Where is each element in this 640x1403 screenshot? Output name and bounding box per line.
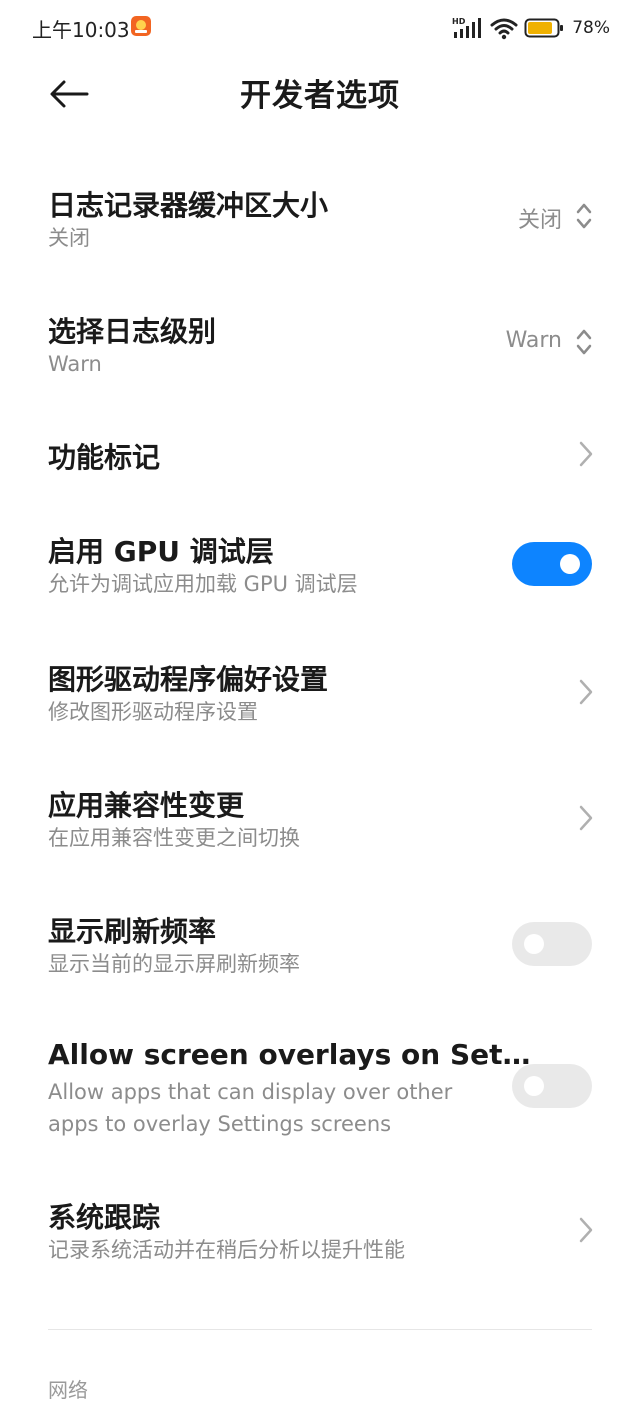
row-title: 功能标记 [48, 441, 161, 474]
updown-icon [576, 203, 592, 229]
chevron-right-icon [579, 441, 593, 467]
setting-gpu-debug-layers[interactable]: 启用 GPU 调试层 允许为调试应用加载 GPU 调试层 [0, 518, 640, 618]
chevron-right-icon [579, 805, 593, 831]
row-value: 关闭 [517, 208, 562, 233]
setting-show-refresh-rate[interactable]: 显示刷新频率 显示当前的显示屏刷新频率 [0, 898, 640, 998]
chevron-right-icon [579, 679, 593, 705]
setting-log-level[interactable]: 选择日志级别 Warn Warn [0, 296, 640, 396]
setting-system-tracing[interactable]: 系统跟踪 记录系统活动并在稍后分析以提升性能 [0, 1184, 640, 1284]
toggle-knob [560, 554, 580, 574]
wifi-icon [490, 18, 518, 40]
row-subtitle-line1: Allow apps that can display over other [48, 1080, 453, 1104]
row-subtitle: 显示当前的显示屏刷新频率 [48, 952, 300, 976]
refresh-rate-toggle[interactable] [512, 922, 592, 966]
toggle-knob [524, 1076, 544, 1096]
section-label-network: 网络 [48, 1378, 88, 1402]
row-subtitle-line2: apps to overlay Settings screens [48, 1112, 392, 1136]
status-time: 上午10:03 [32, 18, 130, 42]
battery-icon [524, 18, 564, 38]
row-subtitle: 允许为调试应用加载 GPU 调试层 [48, 572, 358, 596]
setting-feature-flags[interactable]: 功能标记 [0, 418, 640, 494]
row-title: 选择日志级别 [48, 315, 217, 348]
status-icons: HD 78% [452, 14, 610, 42]
setting-app-compat-changes[interactable]: 应用兼容性变更 在应用兼容性变更之间切换 [0, 772, 640, 872]
setting-graphics-driver-preferences[interactable]: 图形驱动程序偏好设置 修改图形驱动程序设置 [0, 646, 640, 746]
row-subtitle: 在应用兼容性变更之间切换 [48, 826, 300, 850]
svg-text:HD: HD [452, 17, 466, 26]
row-title: 图形驱动程序偏好设置 [48, 663, 329, 696]
row-subtitle: 关闭 [48, 226, 90, 250]
row-title: 日志记录器缓冲区大小 [48, 189, 329, 222]
setting-log-buffer-size[interactable]: 日志记录器缓冲区大小 关闭 关闭 [0, 170, 640, 270]
row-value: Warn [505, 328, 562, 353]
section-divider [48, 1329, 592, 1330]
row-title: 显示刷新频率 [48, 915, 217, 948]
app-notification-icon [131, 16, 151, 36]
row-subtitle: 记录系统活动并在稍后分析以提升性能 [48, 1238, 405, 1262]
row-title: 系统跟踪 [48, 1201, 161, 1234]
screen-overlays-toggle[interactable] [512, 1064, 592, 1108]
row-title: Allow screen overlays on Set… [48, 1038, 531, 1071]
toggle-knob [524, 934, 544, 954]
header: 开发者选项 [0, 56, 640, 136]
signal-icon: HD [452, 17, 482, 38]
updown-icon [576, 329, 592, 355]
page-title: 开发者选项 [240, 78, 400, 114]
row-subtitle: Warn [48, 352, 102, 376]
setting-allow-screen-overlays[interactable]: Allow screen overlays on Set… Allow apps… [0, 1026, 640, 1146]
gpu-debug-toggle[interactable] [512, 542, 592, 586]
status-bar: 上午10:03 HD 78% [0, 0, 640, 56]
row-subtitle: 修改图形驱动程序设置 [48, 700, 258, 724]
chevron-right-icon [579, 1217, 593, 1243]
row-title: 应用兼容性变更 [48, 789, 245, 822]
battery-percentage: 78% [572, 18, 610, 38]
row-title: 启用 GPU 调试层 [48, 535, 274, 568]
